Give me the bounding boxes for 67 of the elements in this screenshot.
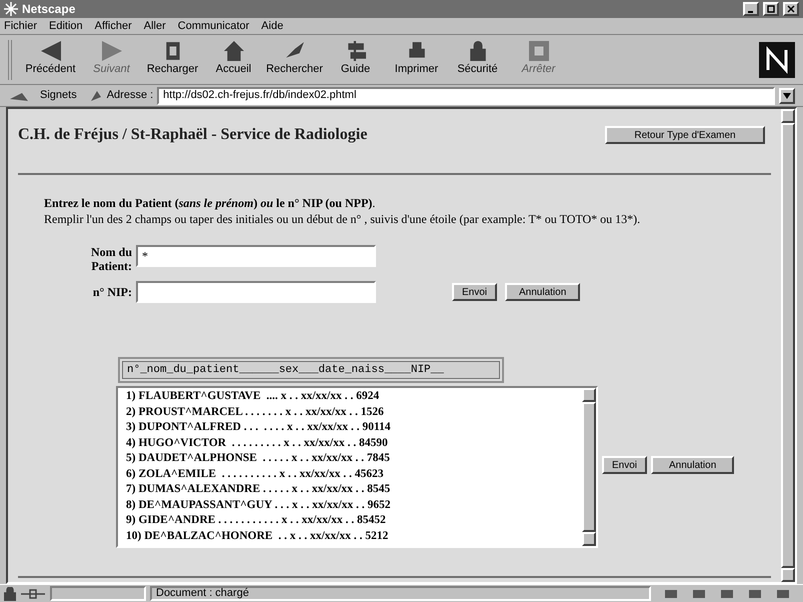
scrollbar[interactable] bbox=[582, 388, 596, 546]
page-heading: C.H. de Fréjus / St-Raphaël - Service de Radiologie bbox=[18, 125, 368, 145]
toolbar-button[interactable]: Imprimer bbox=[386, 41, 447, 78]
component-icon[interactable] bbox=[719, 588, 735, 600]
patient-item[interactable]: 6) ZOLA^EMILE . . . . . . . . . . x . . xx/xx/xx . . 45623 bbox=[126, 466, 582, 482]
nip-label: n° NIP: bbox=[92, 284, 132, 301]
patient-item[interactable]: 3) DUPONT^ALFRED . . . . . . . x . . xx/xx/xx . . 90114 bbox=[126, 420, 582, 436]
list-header: n°_nom_du_patient______sex___date_naiss____NIP__ bbox=[122, 361, 500, 379]
menu-item[interactable]: Edition bbox=[49, 18, 83, 34]
lock-icon bbox=[4, 586, 16, 600]
toolbar-button[interactable]: Précédent bbox=[20, 41, 81, 78]
patient-item[interactable]: 10) DE^BALZAC^HONORE . . x . . xx/xx/xx . . 5212 bbox=[126, 528, 582, 544]
page-scrollbar[interactable] bbox=[781, 109, 795, 582]
toolbar-button[interactable]: Rechercher bbox=[264, 41, 325, 78]
toolbar-button[interactable]: Guide bbox=[325, 41, 386, 78]
patient-list[interactable] bbox=[116, 386, 598, 548]
patient-item[interactable]: 2) PROUST^MARCEL . . . . . . . x . . xx/xx/xx . . 1526 bbox=[126, 404, 582, 420]
toolbar-icon bbox=[224, 41, 244, 62]
cancel-button[interactable]: Annulation bbox=[651, 456, 734, 474]
component-icon[interactable] bbox=[691, 588, 707, 600]
hint-text: Remplir l'un des 2 champs ou taper des initiales ou un début de n° , suivis d'une étoile (par example: T* ou TOTO* ou 13*). bbox=[44, 212, 640, 226]
menu-item[interactable]: Aide bbox=[261, 18, 284, 34]
netscape-logo-icon bbox=[4, 2, 18, 16]
patient-item[interactable]: 8) DE^MAUPASSANT^GUY . . . x . . xx/xx/xx . . 9652 bbox=[126, 498, 582, 513]
patient-item[interactable]: 1) FLAUBERT^GUSTAVE .... x . . xx/xx/xx . . 6924 bbox=[126, 389, 582, 404]
cancel-button[interactable]: Annulation bbox=[505, 283, 580, 301]
component-icon[interactable] bbox=[775, 588, 791, 600]
netscape-logo-icon bbox=[759, 42, 795, 78]
location-icon bbox=[88, 88, 103, 102]
minimize-button[interactable] bbox=[743, 2, 759, 16]
patient-item[interactable]: 7) DUMAS^ALEXANDRE . . . . . x . . xx/xx/xx . . 8545 bbox=[126, 482, 582, 498]
address-field[interactable]: http://ds02.ch-frejus.fr/db/index02.phtml bbox=[157, 86, 775, 104]
submit-button[interactable]: Envoi bbox=[602, 456, 648, 474]
toolbar-icon bbox=[468, 41, 488, 62]
toolbar-icon bbox=[528, 41, 548, 62]
nip-field[interactable] bbox=[136, 281, 376, 303]
component-icon[interactable] bbox=[663, 588, 679, 600]
menu-item[interactable]: Communicator bbox=[178, 18, 250, 34]
toolbar-icon bbox=[346, 41, 366, 62]
bookmarks-button[interactable]: Signets bbox=[40, 87, 77, 104]
menu-item[interactable]: Fichier bbox=[4, 18, 38, 34]
window-title: Netscape bbox=[22, 1, 76, 18]
instruction-text: Entrez le nom du Patient (sans le prénom) ou le n° NIP (ou NPP). bbox=[44, 195, 376, 211]
caret-icon bbox=[783, 92, 791, 98]
component-icon[interactable] bbox=[747, 588, 763, 600]
patient-item[interactable]: 5) DAUDET^ALPHONSE . . . . . x . . xx/xx/xx . . 7845 bbox=[126, 451, 582, 466]
toolbar-icon bbox=[40, 41, 60, 62]
menu-item[interactable]: Aller bbox=[144, 18, 166, 34]
maximize-icon bbox=[767, 5, 775, 13]
maximize-button[interactable] bbox=[763, 2, 779, 16]
dropdown-button[interactable] bbox=[779, 88, 795, 104]
toolbar-button[interactable]: Sécurité bbox=[447, 41, 508, 78]
name-label: Nom du Patient: bbox=[90, 245, 132, 273]
plug-icon bbox=[20, 588, 46, 600]
toolbar-button[interactable]: Accueil bbox=[203, 41, 264, 78]
close-icon bbox=[787, 5, 795, 13]
toolbar-button[interactable]: Recharger bbox=[142, 41, 203, 78]
address-label: Adresse : bbox=[106, 88, 154, 104]
toolbar-icon bbox=[102, 41, 122, 62]
patient-item[interactable]: 4) HUGO^VICTOR . . . . . . . . . x . . xx/xx/xx . . 84590 bbox=[126, 436, 582, 451]
menu-item[interactable]: Afficher bbox=[94, 18, 132, 34]
close-button[interactable] bbox=[783, 2, 799, 16]
submit-button[interactable]: Envoi bbox=[452, 283, 498, 301]
status-text: Document : chargé bbox=[150, 586, 651, 601]
patient-item[interactable]: 9) GIDE^ANDRE . . . . . . . . . . . x . . xx/xx/xx . . 85452 bbox=[126, 513, 582, 528]
back-button[interactable]: Retour Type d'Examen bbox=[605, 126, 765, 144]
name-field[interactable]: * bbox=[136, 245, 376, 267]
